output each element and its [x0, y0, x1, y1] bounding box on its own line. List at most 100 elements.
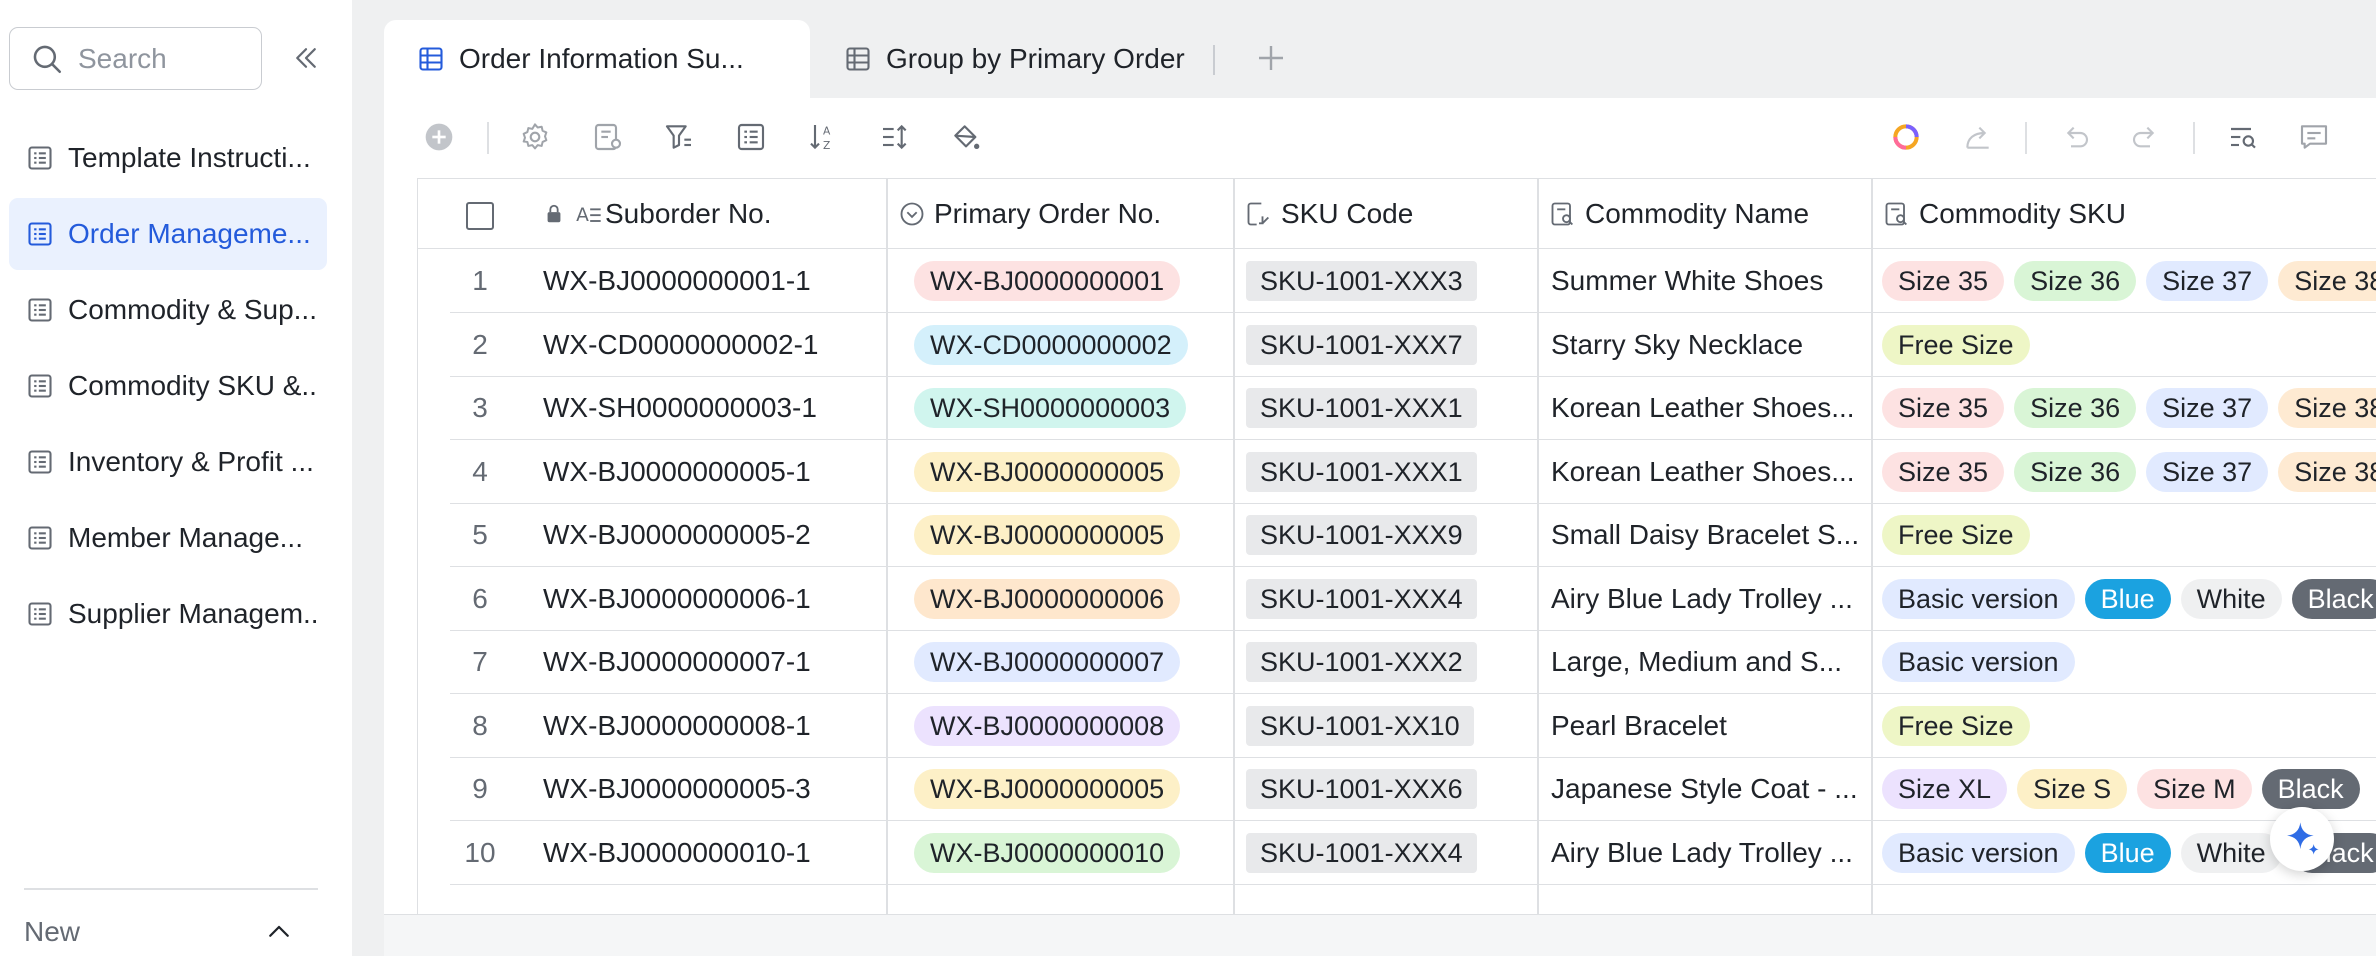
redo-button[interactable] [2128, 119, 2164, 155]
primary-order-cell[interactable]: WX-BJ0000000005 [914, 757, 1254, 821]
sort-button[interactable]: AZ [805, 119, 841, 155]
commodity-sku-cell[interactable]: Size 35 Size 36 Size 37 Size 38 [1882, 376, 2376, 440]
sku-code-cell[interactable]: SKU-1001-XXX4 [1246, 567, 1536, 631]
search-input[interactable]: Search [9, 27, 262, 90]
primary-order-cell[interactable]: WX-BJ0000000010 [914, 821, 1254, 885]
table-row[interactable]: 8 WX-BJ0000000008-1 WX-BJ0000000008 SKU-100… [450, 694, 2376, 758]
sku-code-cell[interactable]: SKU-1001-XXX1 [1246, 376, 1536, 440]
commodity-sku-cell[interactable]: Size 35 Size 36 Size 37 Size 38 [1882, 440, 2376, 504]
tab-group-by-primary-order[interactable]: Group by Primary Order [844, 20, 1185, 98]
suborder-cell[interactable]: WX-BJ0000000001-1 [543, 249, 883, 313]
table-row[interactable]: 1 WX-BJ0000000001-1 WX-BJ0000000001 SKU-100… [450, 249, 2376, 313]
table-row[interactable]: 6 WX-BJ0000000006-1 WX-BJ0000000006 SKU-100… [450, 567, 2376, 631]
select-all-checkbox[interactable] [466, 202, 494, 230]
column-header-commodity-name[interactable]: Commodity Name [1549, 179, 1809, 249]
commodity-name-cell[interactable]: Airy Blue Lady Trolley ... [1551, 567, 1861, 631]
fill-color-button[interactable] [948, 119, 984, 155]
commodity-sku-cell[interactable]: Size 35 Size 36 Size 37 Size 38 [1882, 249, 2376, 313]
add-view-icon[interactable] [1253, 40, 1289, 76]
sidebar-item-table[interactable]: Member Manage... [9, 502, 327, 574]
sku-code-cell[interactable]: SKU-1001-XXX2 [1246, 630, 1536, 694]
ai-sparkle-button[interactable] [2270, 807, 2334, 871]
comments-button[interactable] [2296, 119, 2332, 155]
suborder-cell[interactable]: WX-BJ0000000007-1 [543, 630, 883, 694]
row-number: 9 [472, 773, 488, 804]
primary-order-cell[interactable]: WX-BJ0000000007 [914, 630, 1254, 694]
commodity-sku-cell[interactable]: Free Size [1882, 313, 2376, 377]
suborder-cell[interactable]: WX-BJ0000000005-3 [543, 757, 883, 821]
undo-button[interactable] [2057, 119, 2093, 155]
commodity-name-cell[interactable]: Starry Sky Necklace [1551, 313, 1861, 377]
group-button[interactable] [733, 119, 769, 155]
sku-code-cell[interactable]: SKU-1001-XX10 [1246, 694, 1536, 758]
commodity-name-value: Pearl Bracelet [1551, 709, 1727, 741]
settings-button[interactable] [517, 119, 553, 155]
primary-order-cell[interactable]: WX-BJ0000000005 [914, 503, 1254, 567]
collapse-sidebar-button[interactable] [287, 36, 325, 80]
filter-button[interactable] [661, 119, 697, 155]
table-row[interactable]: 7 WX-BJ0000000007-1 WX-BJ0000000007 SKU-100… [450, 630, 2376, 694]
column-header-sku-code[interactable]: SKU Code [1245, 179, 1413, 249]
commodity-name-cell[interactable]: Large, Medium and S... [1551, 630, 1861, 694]
suborder-cell[interactable]: WX-BJ0000000005-2 [543, 503, 883, 567]
primary-order-cell[interactable]: WX-BJ0000000008 [914, 694, 1254, 758]
sidebar-item-table[interactable]: Inventory & Profit ... [9, 426, 327, 498]
sidebar-item-table[interactable]: Commodity SKU &... [9, 350, 327, 422]
primary-order-cell[interactable]: WX-BJ0000000005 [914, 440, 1254, 504]
primary-order-cell[interactable]: WX-SH0000000003 [914, 376, 1254, 440]
commodity-name-cell[interactable]: Summer White Shoes [1551, 249, 1861, 313]
suborder-cell[interactable]: WX-BJ0000000005-1 [543, 440, 883, 504]
sidebar-item-table[interactable]: Order Manageme... [9, 198, 327, 270]
sku-code-cell[interactable]: SKU-1001-XXX3 [1246, 249, 1536, 313]
commodity-name-cell[interactable]: Korean Leather Shoes... [1551, 440, 1861, 504]
suborder-cell[interactable]: WX-BJ0000000010-1 [543, 821, 883, 885]
commodity-sku-cell[interactable]: Basic version [1882, 630, 2376, 694]
sku-code-cell[interactable]: SKU-1001-XXX1 [1246, 440, 1536, 504]
suborder-cell[interactable]: WX-BJ0000000008-1 [543, 694, 883, 758]
commodity-sku-cell[interactable]: Basic version Blue White Black [1882, 567, 2376, 631]
sku-code-cell[interactable]: SKU-1001-XXX4 [1246, 821, 1536, 885]
commodity-name-cell[interactable]: Japanese Style Coat - ... [1551, 757, 1861, 821]
suborder-cell[interactable]: WX-BJ0000000006-1 [543, 567, 883, 631]
add-record-button[interactable] [421, 119, 457, 155]
commodity-name-cell[interactable]: Pearl Bracelet [1551, 694, 1861, 758]
table-row[interactable]: 4 WX-BJ0000000005-1 WX-BJ0000000005 SKU-100… [450, 440, 2376, 504]
table-row[interactable]: 5 WX-BJ0000000005-2 WX-BJ0000000005 SKU-100… [450, 503, 2376, 567]
row-height-button[interactable] [877, 119, 913, 155]
commodity-name-cell[interactable]: Small Daisy Bracelet S... [1551, 503, 1861, 567]
table-row[interactable]: 3 WX-SH0000000003-1 WX-SH0000000003 SKU-100… [450, 376, 2376, 440]
option-tag: White [2180, 832, 2282, 873]
sidebar-item-table[interactable]: Supplier Managem... [9, 578, 327, 650]
primary-order-cell[interactable]: WX-BJ0000000001 [914, 249, 1254, 313]
commodity-name-cell[interactable]: Airy Blue Lady Trolley ... [1551, 821, 1861, 885]
primary-order-cell[interactable]: WX-BJ0000000006 [914, 567, 1254, 631]
commodity-sku-cell[interactable]: Free Size [1882, 694, 2376, 758]
table-row[interactable]: 2 WX-CD0000000002-1 WX-CD0000000002 SKU-100… [450, 313, 2376, 377]
table-row[interactable]: 10 WX-BJ0000000010-1 WX-BJ0000000010 SKU-10… [450, 821, 2376, 885]
option-tag: Free Size [1882, 515, 2030, 555]
sku-code-cell[interactable]: SKU-1001-XXX6 [1246, 757, 1536, 821]
primary-order-cell[interactable]: WX-CD0000000002 [914, 313, 1254, 377]
commodity-name-cell[interactable]: Korean Leather Shoes... [1551, 376, 1861, 440]
table-row[interactable]: 9 WX-BJ0000000005-3 WX-BJ0000000005 SKU-100… [450, 757, 2376, 821]
field-settings-button[interactable] [590, 119, 626, 155]
sidebar-item-table[interactable]: Commodity & Sup... [9, 274, 327, 346]
column-header-primary-order[interactable]: Primary Order No. [898, 179, 1161, 249]
share-button[interactable] [1960, 119, 1996, 155]
commodity-sku-cell[interactable]: Free Size [1882, 503, 2376, 567]
suborder-cell[interactable]: WX-CD0000000002-1 [543, 313, 883, 377]
column-header-suborder[interactable]: A Suborder No. [543, 179, 772, 249]
ai-assistant-button[interactable] [1888, 119, 1924, 155]
sidebar-item-table[interactable]: Template Instructi... [9, 122, 327, 194]
column-header-commodity-sku[interactable]: Commodity SKU [1883, 179, 2126, 249]
find-button[interactable] [2225, 119, 2261, 155]
sku-code-cell[interactable]: SKU-1001-XXX7 [1246, 313, 1536, 377]
double-chevron-left-icon [296, 48, 316, 68]
suborder-cell[interactable]: WX-SH0000000003-1 [543, 376, 883, 440]
new-button[interactable]: New [24, 908, 294, 956]
tab-order-information[interactable]: Order Information Su... [384, 20, 810, 98]
sku-code-value: SKU-1001-XX10 [1246, 705, 1474, 746]
primary-order-tag: WX-BJ0000000006 [914, 578, 1181, 619]
sku-code-cell[interactable]: SKU-1001-XXX9 [1246, 503, 1536, 567]
svg-text:Z: Z [823, 139, 830, 152]
